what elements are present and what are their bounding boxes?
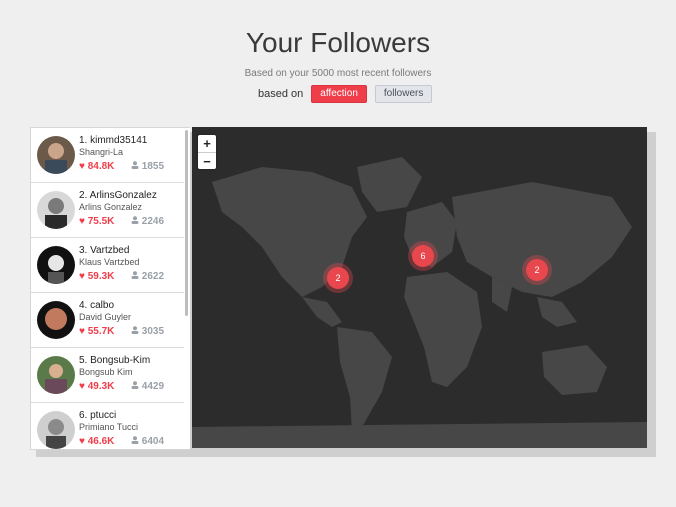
heart-icon: ♥ (79, 216, 85, 227)
followers-count: 2246 (131, 216, 164, 227)
username[interactable]: 3. Vartzbed (79, 245, 129, 256)
page-subtitle: Based on your 5000 most recent followers (244, 68, 432, 79)
list-item[interactable]: 6. ptucci Primiano Tucci ♥ 46.6K 6404 (31, 403, 185, 449)
username[interactable]: 4. calbo (79, 300, 114, 311)
followers-count: 2622 (131, 271, 164, 282)
username[interactable]: 1. kimmd35141 (79, 135, 147, 146)
likes-value: 84.8K (87, 161, 115, 172)
likes-count: ♥ 55.7K (79, 326, 114, 337)
likes-value: 49.3K (87, 381, 115, 392)
likes-count: ♥ 75.5K (79, 216, 114, 227)
full-name: David Guyler (79, 312, 132, 322)
username[interactable]: 5. Bongsub-Kim (79, 355, 150, 366)
person-icon (131, 326, 139, 334)
full-name: Shangri-La (79, 147, 124, 157)
based-on-label: based on (258, 88, 304, 100)
likes-value: 59.3K (87, 271, 115, 282)
followers-button[interactable]: followers (374, 85, 433, 103)
list-item[interactable]: 5. Bongsub-Kim Bongsub Kim ♥ 49.3K 4429 (31, 348, 185, 403)
list-scrollbar[interactable] (184, 127, 190, 450)
full-name: Arlins Gonzalez (79, 202, 143, 212)
full-name: Primiano Tucci (79, 422, 139, 432)
map-cluster-marker[interactable]: 2 (327, 267, 349, 289)
followers-count: 6404 (131, 436, 164, 447)
followers-value: 2622 (141, 271, 165, 282)
person-icon (131, 271, 139, 279)
heart-icon: ♥ (79, 271, 85, 282)
avatar (37, 301, 75, 339)
avatar (37, 411, 75, 449)
likes-count: ♥ 49.3K (79, 381, 114, 392)
zoom-in-button[interactable]: + (198, 135, 216, 153)
zoom-control: + − (198, 135, 216, 169)
likes-count: ♥ 84.8K (79, 161, 114, 172)
likes-value: 75.5K (87, 216, 115, 227)
person-icon (131, 436, 139, 444)
person-icon (131, 381, 139, 389)
list-item[interactable]: 2. ArlinsGonzalez Arlins Gonzalez ♥ 75.5… (31, 183, 185, 238)
list-item[interactable]: 3. Vartzbed Klaus Vartzbed ♥ 59.3K 2622 (31, 238, 185, 293)
world-map-land (192, 157, 647, 448)
username[interactable]: 2. ArlinsGonzalez (79, 190, 157, 201)
heart-icon: ♥ (79, 326, 85, 337)
world-map[interactable]: 2 6 2 (192, 127, 647, 448)
heart-icon: ♥ (79, 161, 85, 172)
zoom-out-button[interactable]: − (198, 153, 216, 170)
followers-value: 2246 (141, 216, 165, 227)
avatar (37, 191, 75, 229)
followers-count: 4429 (131, 381, 164, 392)
followers-value: 4429 (141, 381, 165, 392)
heart-icon: ♥ (79, 436, 85, 447)
followers-value: 6404 (141, 436, 165, 447)
page-title: Your Followers (245, 27, 431, 58)
full-name: Bongsub Kim (79, 367, 133, 377)
avatar (37, 136, 75, 174)
full-name: Klaus Vartzbed (79, 257, 140, 267)
sort-toggle: based on affection followers (258, 85, 433, 103)
followers-count: 1855 (131, 161, 164, 172)
followers-count: 3035 (131, 326, 164, 337)
affection-button[interactable]: affection (311, 85, 367, 103)
heart-icon: ♥ (79, 381, 85, 392)
person-icon (131, 161, 139, 169)
scroll-thumb[interactable] (185, 130, 188, 316)
followers-value: 1855 (141, 161, 165, 172)
likes-value: 55.7K (87, 326, 115, 337)
map-cluster-marker[interactable]: 2 (526, 259, 548, 281)
followers-value: 3035 (141, 326, 165, 337)
avatar (37, 356, 75, 394)
map-cluster-marker[interactable]: 6 (412, 245, 434, 267)
list-item[interactable]: 1. kimmd35141 Shangri-La ♥ 84.8K 1855 (31, 128, 185, 183)
likes-count: ♥ 59.3K (79, 271, 114, 282)
likes-count: ♥ 46.6K (79, 436, 114, 447)
person-icon (131, 216, 139, 224)
list-item[interactable]: 4. calbo David Guyler ♥ 55.7K 3035 (31, 293, 185, 348)
avatar (37, 246, 75, 284)
follower-list[interactable]: 1. kimmd35141 Shangri-La ♥ 84.8K 1855 2.… (30, 127, 186, 450)
username[interactable]: 6. ptucci (79, 410, 116, 421)
likes-value: 46.6K (87, 436, 115, 447)
